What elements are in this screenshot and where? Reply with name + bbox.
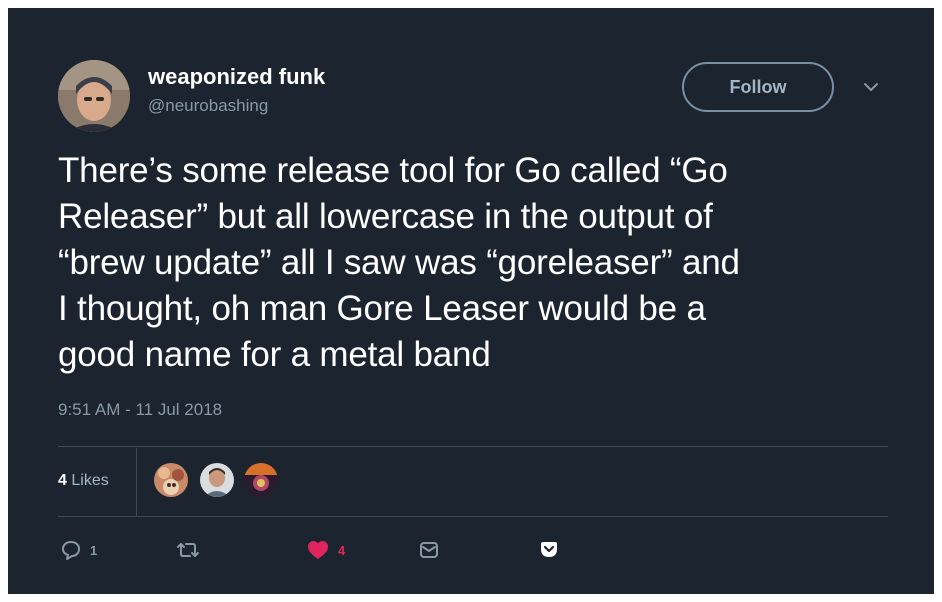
like-button[interactable]: 4 <box>306 538 345 562</box>
pocket-button[interactable] <box>538 538 560 562</box>
follow-button[interactable]: Follow <box>682 62 834 112</box>
liker-avatar-3[interactable] <box>244 463 278 497</box>
like-count: 4 <box>338 542 346 558</box>
likes-label: Likes <box>71 472 109 489</box>
pocket-icon <box>541 542 557 557</box>
reply-button[interactable]: 1 <box>60 538 97 562</box>
tweet-text-line: Releaser” but all lowercase in the outpu… <box>58 197 713 236</box>
chevron-down-icon[interactable] <box>860 76 882 98</box>
stats-vertical-divider <box>136 448 137 516</box>
divider-top <box>58 446 888 447</box>
tweet-text-line: There’s some release tool for Go called … <box>58 151 728 190</box>
tweet-text-line: good name for a metal band <box>58 335 491 374</box>
liker-avatar-image <box>200 463 234 497</box>
tweet-timestamp[interactable]: 9:51 AM - 11 Jul 2018 <box>58 400 222 420</box>
retweet-button[interactable] <box>176 538 208 562</box>
tweet-card: weaponized funk @neurobashing Follow The… <box>8 8 934 594</box>
reply-icon <box>62 541 80 560</box>
liker-avatar-1[interactable] <box>154 463 188 497</box>
likes-number: 4 <box>58 472 67 489</box>
author-display-name[interactable]: weaponized funk <box>148 64 325 90</box>
tweet-text-line: I thought, oh man Gore Leaser would be a <box>58 289 706 328</box>
divider-bottom <box>58 516 888 517</box>
tweet-text-line: “brew update” all I saw was “goreleaser”… <box>58 243 740 282</box>
reply-count: 1 <box>90 542 98 558</box>
liker-avatar-2[interactable] <box>200 463 234 497</box>
author-handle[interactable]: @neurobashing <box>148 96 268 116</box>
author-avatar[interactable] <box>58 60 130 132</box>
likes-stat[interactable]: 4 Likes <box>58 472 109 490</box>
heart-icon <box>308 541 328 559</box>
liker-avatar-image <box>244 463 278 497</box>
liker-avatar-image <box>154 463 188 497</box>
author-avatar-image <box>58 60 130 132</box>
retweet-icon <box>177 543 199 557</box>
direct-message-icon <box>420 542 438 558</box>
direct-message-button[interactable] <box>418 538 440 562</box>
tweet-text: There’s some release tool for Go called … <box>58 148 908 378</box>
